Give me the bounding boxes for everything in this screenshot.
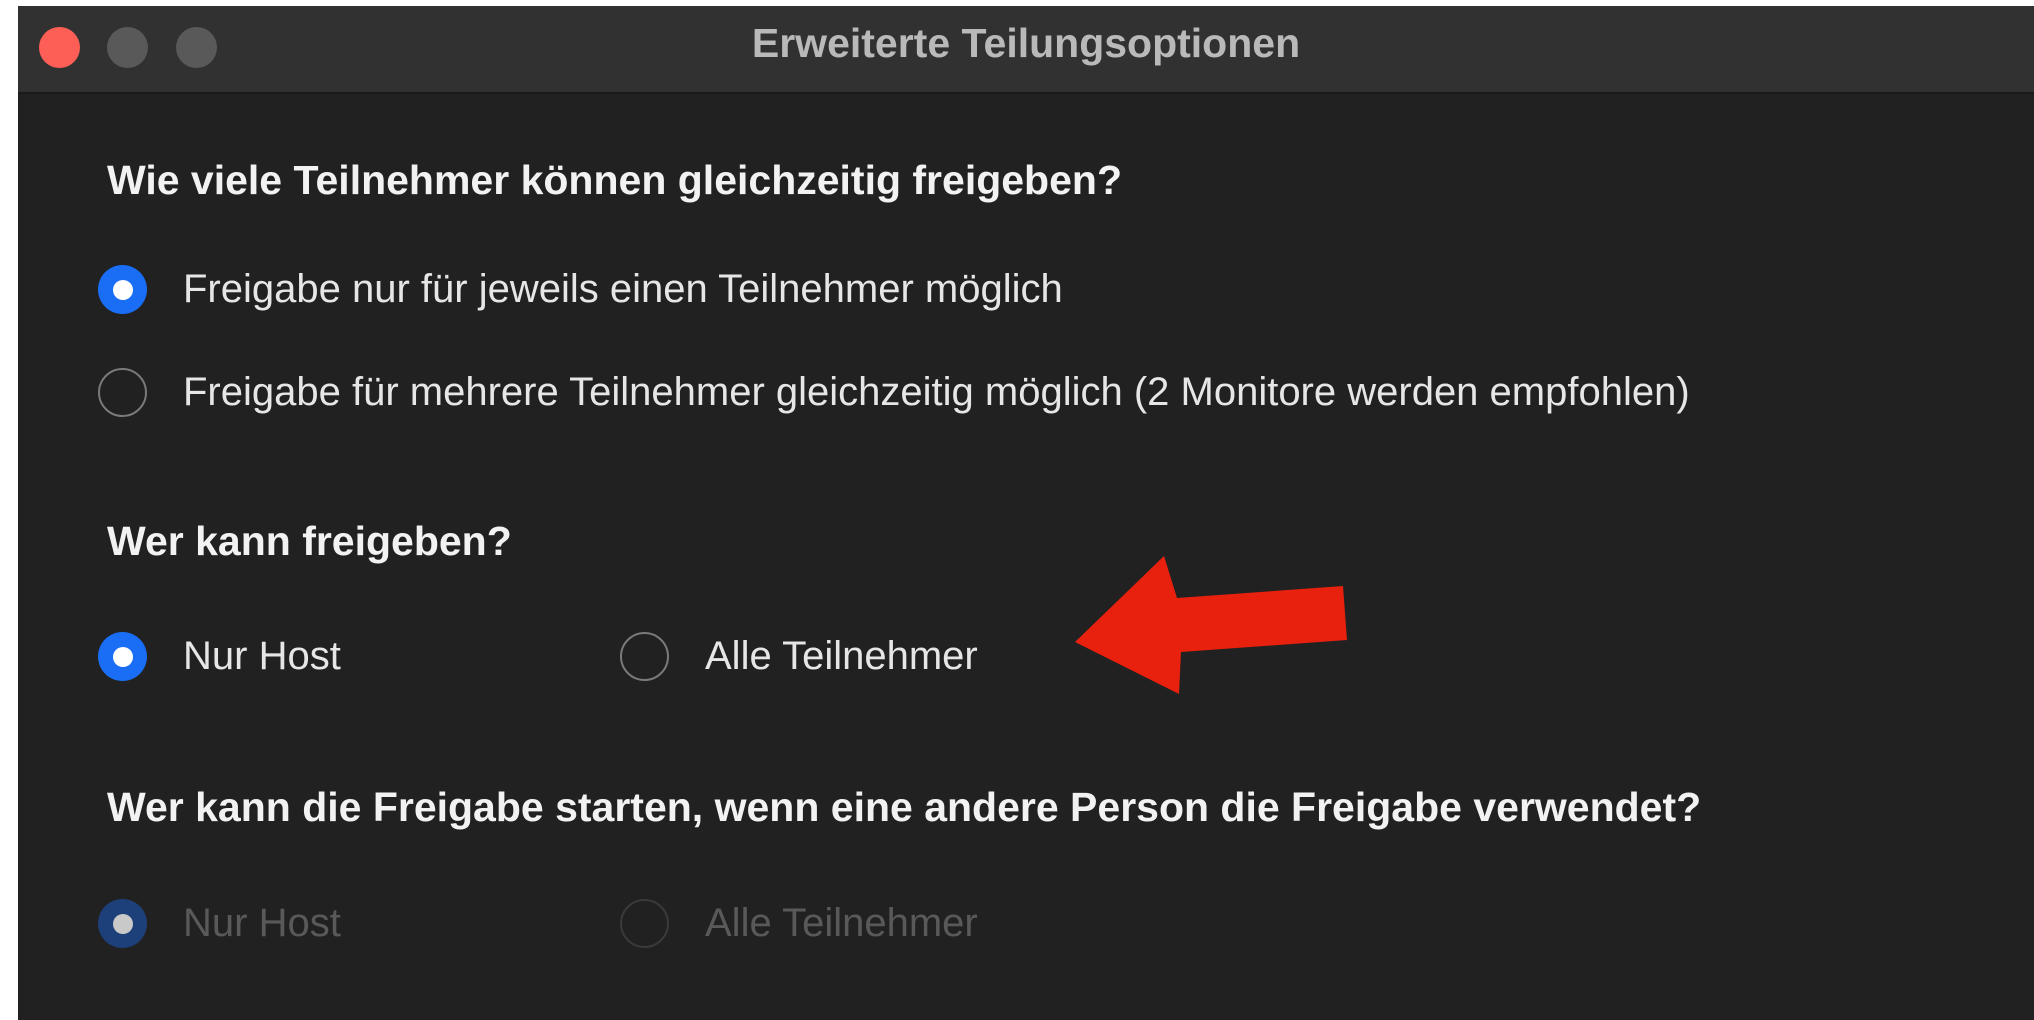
who-can-share-host-only[interactable]: Nur Host — [98, 632, 341, 681]
radio-selected-icon[interactable] — [98, 265, 147, 314]
who-can-share-all-participants-label: Alle Teilnehmer — [705, 634, 978, 678]
option-one-participant[interactable]: Freigabe nur für jeweils einen Teilnehme… — [98, 265, 1063, 314]
radio-unselected-disabled-icon — [620, 899, 669, 948]
option-multiple-participants[interactable]: Freigabe für mehrere Teilnehmer gleichze… — [98, 368, 1690, 417]
who-can-start-host-only-label: Nur Host — [183, 901, 341, 945]
radio-unselected-icon[interactable] — [98, 368, 147, 417]
title-bar: Erweiterte Teilungsoptionen — [18, 6, 2034, 94]
who-can-share-heading: Wer kann freigeben? — [107, 518, 512, 564]
who-can-start-host-only: Nur Host — [98, 899, 341, 948]
window-title: Erweiterte Teilungsoptionen — [751, 20, 1301, 66]
radio-unselected-icon[interactable] — [620, 632, 669, 681]
option-multiple-participants-label: Freigabe für mehrere Teilnehmer gleichze… — [183, 370, 1690, 414]
who-can-start-all-participants-label: Alle Teilnehmer — [705, 901, 978, 945]
who-can-start-all-participants: Alle Teilnehmer — [620, 899, 978, 948]
radio-selected-disabled-icon — [98, 899, 147, 948]
radio-selected-icon[interactable] — [98, 632, 147, 681]
red-arrow-left-icon — [1075, 556, 1347, 694]
advanced-sharing-options-window: Erweiterte Teilungsoptionen Wie viele Te… — [18, 6, 2034, 1020]
option-one-participant-label: Freigabe nur für jeweils einen Teilnehme… — [183, 267, 1063, 311]
who-can-share-host-only-label: Nur Host — [183, 634, 341, 678]
who-can-share-all-participants[interactable]: Alle Teilnehmer — [620, 632, 978, 681]
who-can-start-sharing-heading: Wer kann die Freigabe starten, wenn eine… — [107, 784, 1702, 830]
simultaneous-sharing-heading: Wie viele Teilnehmer können gleichzeitig… — [107, 157, 1122, 203]
